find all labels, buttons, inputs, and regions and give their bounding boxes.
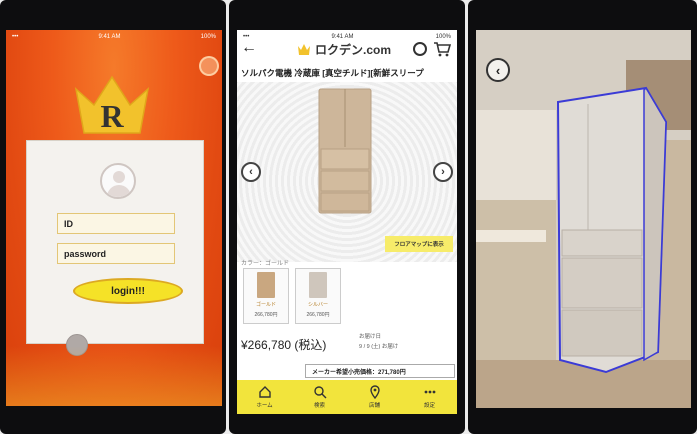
ar-camera-view	[476, 30, 691, 408]
phone-ar-camera: ••• 9:41 AM 100% ‹	[468, 0, 697, 434]
fridge-drawer	[561, 257, 643, 309]
login-card: ID password login!!!	[26, 140, 204, 344]
tab-home[interactable]: ホーム	[241, 385, 289, 409]
user-avatar-icon	[100, 163, 136, 199]
tab-label: 検索	[313, 403, 325, 409]
brand-logo-icon	[298, 44, 310, 55]
product-title: ソルパク電機 冷蔵庫 [真空チルド][新鮮スリープ	[241, 68, 424, 78]
tab-label: 設定	[423, 403, 435, 409]
more-icon	[424, 390, 435, 394]
tab-search[interactable]: 検索	[296, 385, 344, 409]
login-screen: ••• 9:41 AM 100% R ID password login!!!	[6, 30, 222, 406]
back-arrow-icon[interactable]: ←	[241, 39, 257, 57]
phone-shop: ••• 9:41 AM 100% ← ロクデン.com ソルパク電機 冷蔵庫 […	[229, 0, 465, 434]
crown-logo-icon: R	[74, 75, 150, 134]
swatch-name: シルバー	[307, 302, 328, 308]
search-icon	[313, 386, 326, 399]
delivery-label: お届け日	[359, 334, 382, 340]
search-icon[interactable]	[413, 42, 427, 56]
carousel-next-button[interactable]: ›	[433, 162, 453, 182]
login-button[interactable]: login!!!	[73, 278, 183, 304]
swatch-gold[interactable]: ゴールド 266,780円	[243, 268, 289, 324]
kitchen-counter	[476, 230, 546, 242]
swatch-silver[interactable]: シルバー 266,780円	[295, 268, 341, 324]
swatch-thumbnail	[257, 272, 275, 298]
color-label: カラー：ゴールド	[241, 261, 290, 267]
fridge-drawer	[561, 309, 643, 357]
carousel-prev-button[interactable]: ‹	[241, 162, 261, 182]
drag-handle[interactable]	[66, 334, 88, 356]
swatch-price: 266,780円	[254, 312, 278, 318]
cart-icon[interactable]	[433, 40, 451, 58]
fridge-drawer	[561, 229, 643, 257]
location-pin-icon	[369, 385, 380, 399]
tab-store[interactable]: 店舗	[351, 385, 399, 409]
delivery-date: 9 / 9 (土) お届け	[359, 344, 399, 350]
swatch-thumbnail	[309, 272, 327, 298]
tab-settings[interactable]: 設定	[406, 385, 454, 409]
password-field[interactable]: password	[57, 243, 175, 264]
status-time: 9:41 AM	[98, 34, 121, 40]
three-phone-composite: ••• 9:41 AM 100% R ID password login!!!	[0, 0, 697, 434]
signal-indicator: •••	[12, 34, 19, 40]
swatch-price: 266,780円	[306, 312, 330, 318]
floor	[476, 360, 691, 408]
maker-price: メーカー希望小売価格：271,780円	[305, 364, 455, 378]
product-price: ¥266,780 (税込)	[241, 338, 327, 352]
ar-camera-screen: ••• 9:41 AM 100% ‹	[476, 30, 691, 408]
floormap-button[interactable]: フロアマップに表示	[385, 236, 453, 252]
tab-label: ホーム	[256, 403, 273, 409]
status-bar: ••• 9:41 AM 100%	[6, 30, 222, 44]
brand-name[interactable]: ロクデン.com	[315, 41, 391, 58]
logo-letter: R	[100, 98, 124, 134]
swatch-name: ゴールド	[255, 302, 276, 308]
settings-icon[interactable]	[199, 56, 219, 76]
bottom-tab-bar: ホーム 検索 店舗 設定	[237, 380, 457, 414]
phone-login: ••• 9:41 AM 100% R ID password login!!!	[0, 0, 226, 434]
battery-level: 100%	[200, 34, 216, 40]
home-icon	[258, 386, 271, 398]
refrigerator-image	[318, 88, 372, 214]
ar-back-button[interactable]: ‹	[486, 58, 510, 82]
id-field[interactable]: ID	[57, 213, 175, 234]
tab-label: 店舗	[368, 403, 380, 409]
shop-header: ← ロクデン.com	[237, 30, 457, 66]
shop-screen: ••• 9:41 AM 100% ← ロクデン.com ソルパク電機 冷蔵庫 […	[237, 30, 457, 414]
